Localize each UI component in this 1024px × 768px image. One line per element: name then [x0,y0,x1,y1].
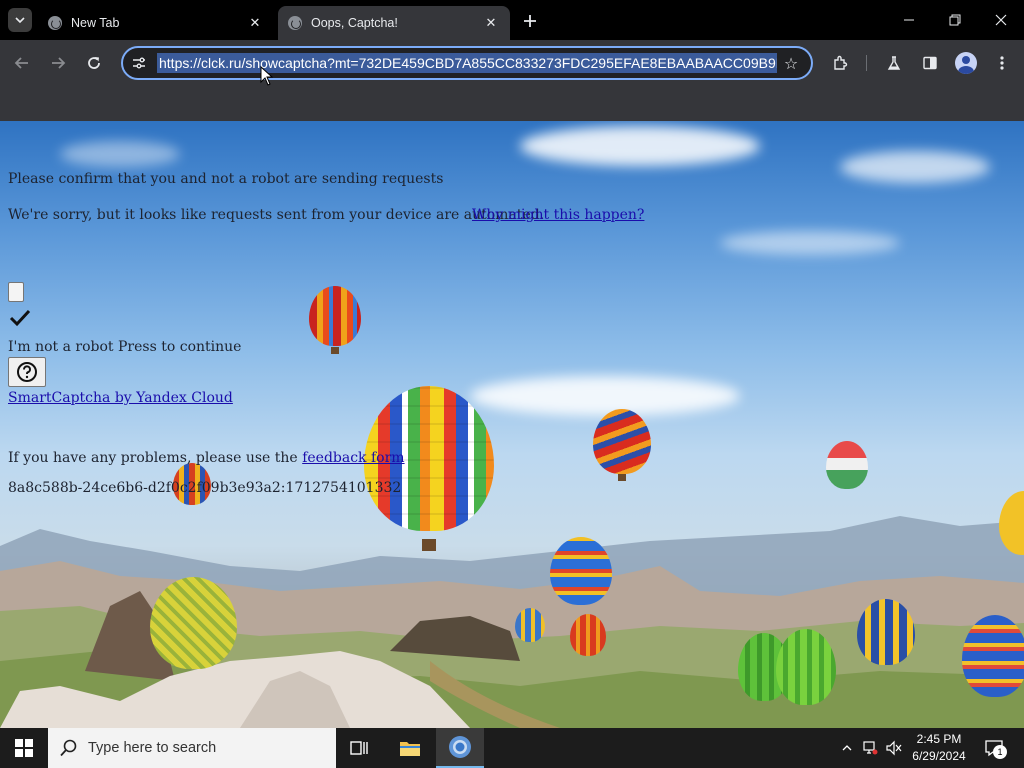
labs-flask-icon[interactable] [881,50,907,76]
file-explorer-button[interactable] [386,728,434,768]
globe-icon [48,16,62,30]
feedback-form-link[interactable]: feedback form [302,450,404,466]
tab-oops-captcha[interactable]: Oops, Captcha! ✕ [278,6,510,40]
chrome-taskbar-button[interactable] [436,728,484,768]
extensions-icon[interactable] [827,50,853,76]
search-placeholder: Type here to search [88,740,217,756]
windows-taskbar: Type here to search 2:45 PM 6/29/2024 1 [0,728,1024,768]
arrow-left-icon [14,57,28,69]
address-bar[interactable]: https://clck.ru/showcaptcha?mt=732DE459C… [121,46,813,80]
task-view-button[interactable] [336,728,384,768]
clock-date: 6/29/2024 [912,749,966,763]
restore-button[interactable] [941,6,969,34]
help-button[interactable] [8,357,46,387]
reload-icon [88,57,100,69]
plus-icon [524,15,536,27]
smartcaptcha-link[interactable]: SmartCaptcha by Yandex Cloud [8,390,233,406]
minimize-icon [904,19,914,21]
more-menu-icon[interactable] [989,50,1015,76]
back-button[interactable] [9,50,35,76]
tab-new-tab[interactable]: New Tab ✕ [38,6,274,40]
taskbar-clock[interactable]: 2:45 PM 6/29/2024 [905,731,973,765]
why-might-this-happen-link[interactable]: Why might this happen? [472,207,644,223]
request-id: 8a8c588b-24ce6b6-d2f0c2f09b3e93a2:171275… [8,480,402,496]
mouse-cursor-icon [260,66,274,86]
close-icon[interactable]: ✕ [246,14,264,32]
site-info-icon[interactable] [130,54,148,72]
tab-title: New Tab [71,16,120,30]
sorry-text: We're sorry, but it looks like requests … [8,207,545,223]
chevron-up-icon[interactable] [839,740,855,756]
arrow-right-icon [52,57,66,69]
browser-window-chrome: New Tab ✕ Oops, Captcha! ✕ https://clck.… [0,0,1024,121]
tab-search-button[interactable] [8,8,32,32]
network-icon[interactable] [862,740,878,756]
bookmark-star-icon[interactable]: ☆ [781,53,801,73]
reload-button[interactable] [81,50,107,76]
checkbox-label: I'm not a robot Press to continue [8,339,242,355]
tab-strip: New Tab ✕ Oops, Captcha! ✕ [0,0,1024,40]
close-window-button[interactable] [987,6,1015,34]
bookmarks-bar [0,86,1024,121]
close-icon[interactable]: ✕ [482,14,500,32]
captcha-page: Please confirm that you and not a robot … [0,121,1024,728]
toolbar-separator [866,55,867,71]
restore-icon [949,14,961,26]
problems-prefix: If you have any problems, please use the [8,450,298,466]
side-panel-icon[interactable] [917,50,943,76]
task-view-icon [350,741,368,755]
minimize-button[interactable] [895,6,923,34]
im-not-a-robot-checkbox[interactable] [8,282,24,302]
chrome-icon [449,736,471,758]
search-icon [60,739,77,757]
volume-muted-icon[interactable] [886,740,902,756]
taskbar-search-box[interactable]: Type here to search [48,728,336,768]
windows-logo-icon [15,739,33,757]
tab-title: Oops, Captcha! [311,16,398,30]
new-tab-button[interactable] [518,9,542,33]
checkmark-icon [9,309,31,327]
url-text[interactable]: https://clck.ru/showcaptcha?mt=732DE459C… [157,53,777,73]
browser-toolbar: https://clck.ru/showcaptcha?mt=732DE459C… [0,40,1024,86]
globe-icon [288,16,302,30]
clock-time: 2:45 PM [916,732,962,746]
question-circle-icon [17,362,37,382]
close-icon [995,14,1007,26]
notification-count-badge: 1 [993,745,1007,759]
folder-icon [400,742,420,756]
page-heading: Please confirm that you and not a robot … [8,171,444,187]
profile-avatar-icon[interactable] [955,52,977,74]
problems-text: If you have any problems, please use the… [8,450,405,466]
forward-button[interactable] [45,50,71,76]
start-button[interactable] [0,728,48,768]
chevron-down-icon [15,17,25,24]
